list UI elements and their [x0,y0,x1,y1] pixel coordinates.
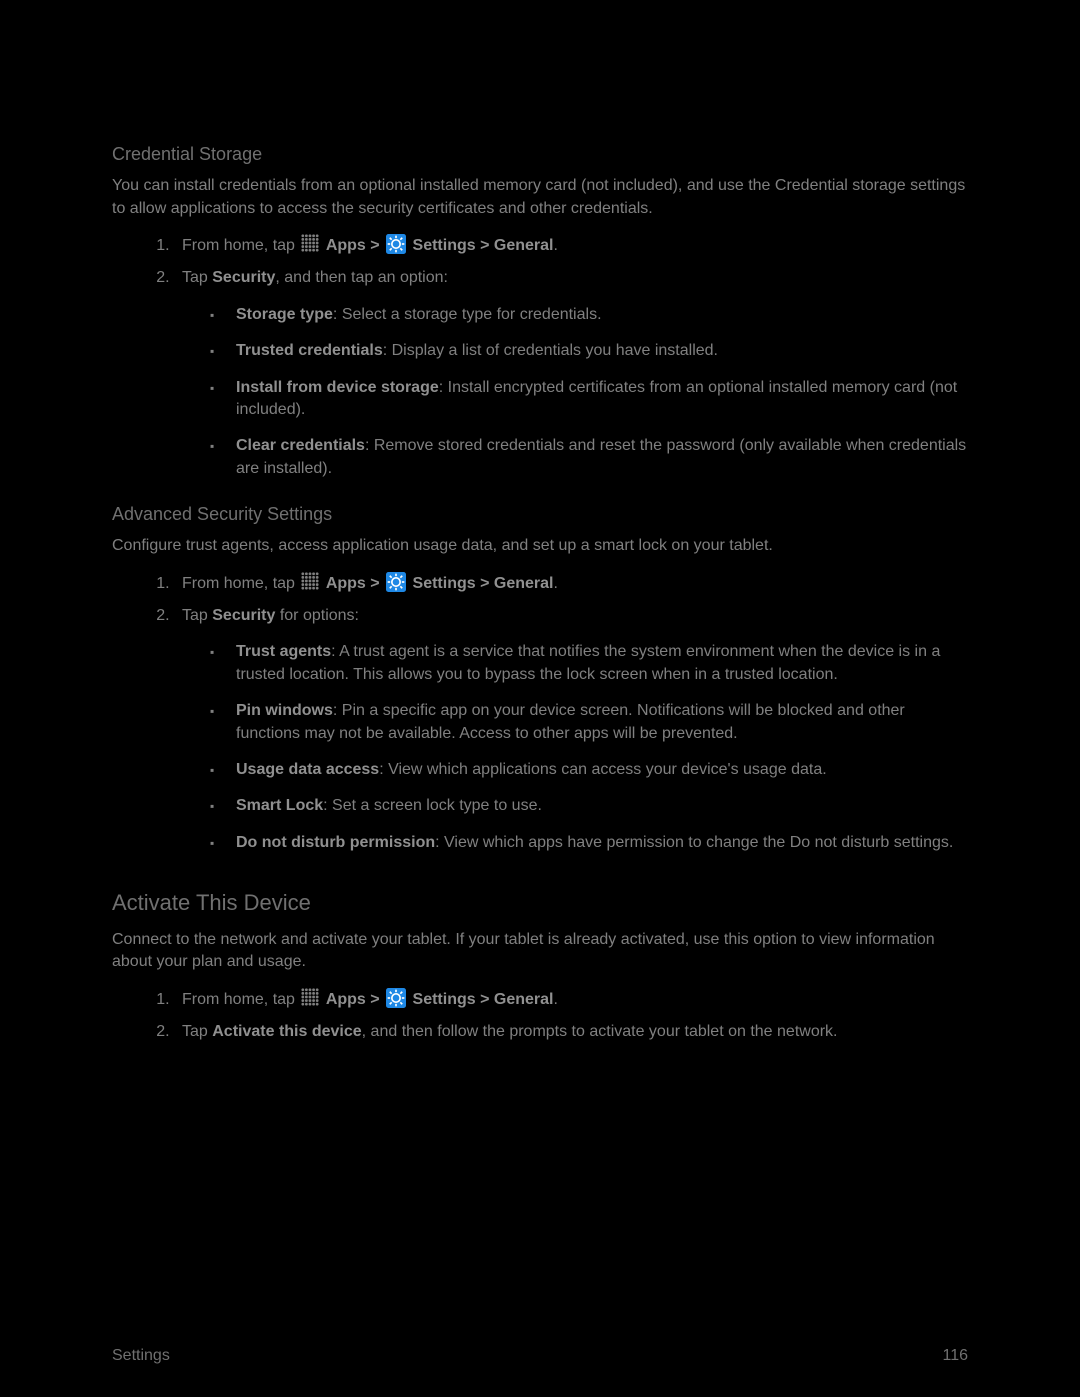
text: , and then tap an option: [275,269,448,286]
text: . [553,991,557,1008]
bold-term: Activate this device [212,1023,361,1040]
text: . [553,575,557,592]
settings-gear-icon [386,988,406,1008]
path-apps: Apps [326,575,366,592]
bold-term: Usage data access [236,761,379,778]
ordered-list: From home, tap Apps > Settings > General… [112,988,968,1044]
heading-credential-storage: Credential Storage [112,142,968,167]
bold-term: Pin windows [236,702,333,719]
bold-term: Trust agents [236,643,331,660]
paragraph: You can install credentials from an opti… [112,175,968,220]
text: From home, tap [182,237,299,254]
text: : View which applications can access you… [379,761,826,778]
settings-gear-icon [386,234,406,254]
list-item: Usage data access: View which applicatio… [210,759,968,781]
list-item: Smart Lock: Set a screen lock type to us… [210,795,968,817]
bold-term: Security [212,607,275,624]
apps-grid-icon [301,988,319,1006]
path-apps: Apps [326,991,366,1008]
ordered-list: From home, tap Apps > Settings > General… [112,572,968,855]
paragraph: Configure trust agents, access applicati… [112,535,968,557]
apps-grid-icon [301,234,319,252]
path-separator: > [370,237,384,254]
text: : Pin a specific app on your device scre… [236,702,905,741]
path-settings-general: Settings > General [413,237,554,254]
heading-advanced-security: Advanced Security Settings [112,502,968,527]
text: Tap [182,607,212,624]
text: . [553,237,557,254]
list-item: Pin windows: Pin a specific app on your … [210,700,968,745]
settings-gear-icon [386,572,406,592]
ordered-list: From home, tap Apps > Settings > General… [112,234,968,480]
text: , and then follow the prompts to activat… [362,1023,838,1040]
text: for options: [275,607,359,624]
list-item: Clear credentials: Remove stored credent… [210,435,968,480]
text: : Display a list of credentials you have… [383,342,718,359]
list-item: Do not disturb permission: View which ap… [210,832,968,854]
text: From home, tap [182,575,299,592]
list-item: Install from device storage: Install enc… [210,377,968,422]
paragraph: Connect to the network and activate your… [112,929,968,974]
path-apps: Apps [326,237,366,254]
text: : View which apps have permission to cha… [435,834,953,851]
path-settings-general: Settings > General [413,575,554,592]
list-item: Trusted credentials: Display a list of c… [210,340,968,362]
text: : Set a screen lock type to use. [323,797,542,814]
bold-term: Security [212,269,275,286]
list-item: Storage type: Select a storage type for … [210,304,968,326]
bold-term: Trusted credentials [236,342,383,359]
text: : A trust agent is a service that notifi… [236,643,940,682]
bullet-list: Storage type: Select a storage type for … [182,304,968,480]
page-number: 116 [942,1345,968,1367]
bold-term: Smart Lock [236,797,323,814]
page-footer: Settings 116 [112,1345,968,1367]
heading-activate-device: Activate This Device [112,888,968,919]
bold-term: Storage type [236,306,333,323]
list-item: Trust agents: A trust agent is a service… [210,641,968,686]
bold-term: Do not disturb permission [236,834,435,851]
bullet-list: Trust agents: A trust agent is a service… [182,641,968,854]
apps-grid-icon [301,572,319,590]
list-item: From home, tap Apps > Settings > General… [174,572,968,595]
text: Tap [182,269,212,286]
text: : Select a storage type for credentials. [333,306,602,323]
bold-term: Install from device storage [236,379,439,396]
list-item: Tap Security, and then tap an option: St… [174,267,968,480]
list-item: Tap Activate this device, and then follo… [174,1021,968,1043]
path-settings-general: Settings > General [413,991,554,1008]
list-item: From home, tap Apps > Settings > General… [174,234,968,257]
path-separator: > [370,991,384,1008]
path-separator: > [370,575,384,592]
list-item: From home, tap Apps > Settings > General… [174,988,968,1011]
footer-section-label: Settings [112,1345,170,1367]
bold-term: Clear credentials [236,437,365,454]
document-page: Credential Storage You can install crede… [0,0,1080,1397]
list-item: Tap Security for options: Trust agents: … [174,605,968,854]
text: Tap [182,1023,212,1040]
text: From home, tap [182,991,299,1008]
